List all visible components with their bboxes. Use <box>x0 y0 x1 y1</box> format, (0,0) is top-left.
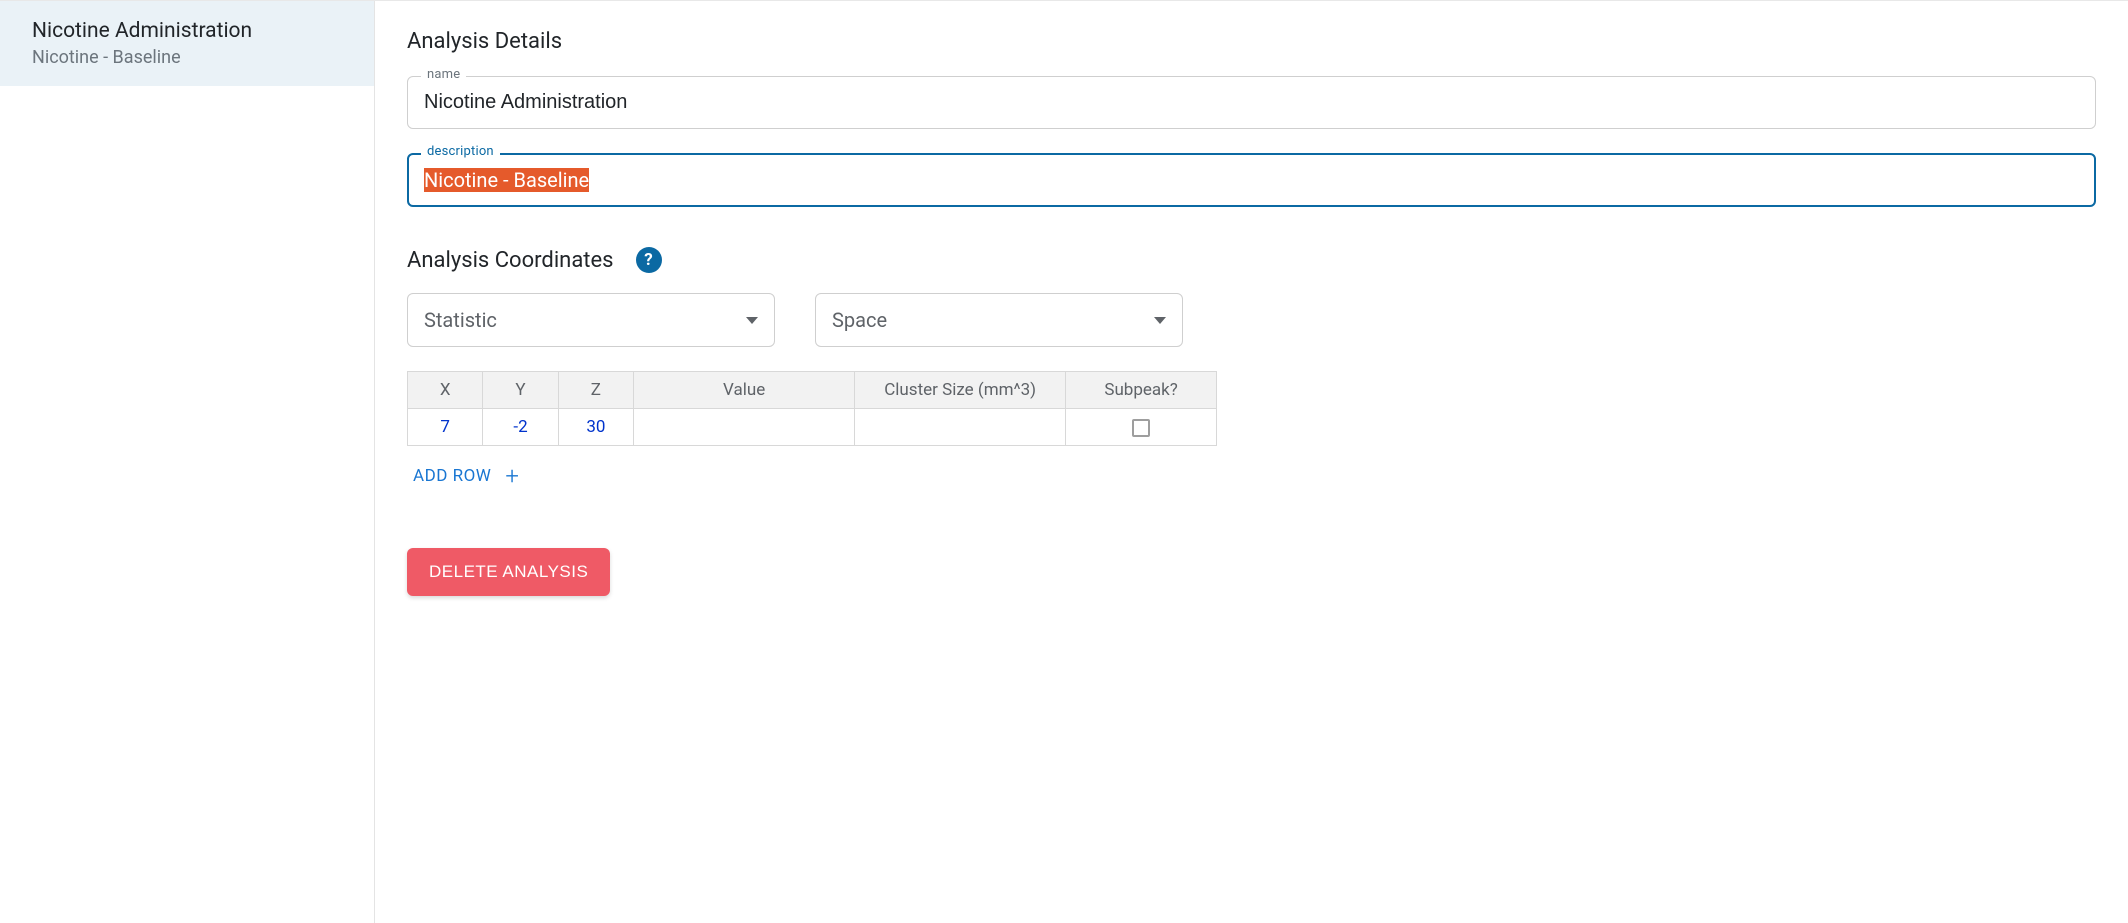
statistic-select-label: Statistic <box>424 308 497 332</box>
table-header-row: X Y Z Value Cluster Size (mm^3) Subpeak? <box>408 372 1217 409</box>
statistic-select[interactable]: Statistic <box>407 293 775 347</box>
analysis-coordinates-heading: Analysis Coordinates <box>407 248 614 273</box>
col-header-subpeak: Subpeak? <box>1066 372 1217 409</box>
main-content: Analysis Details name description Nicoti… <box>375 1 2128 923</box>
app-root: Nicotine Administration Nicotine - Basel… <box>0 0 2128 923</box>
plus-icon: + <box>505 464 519 488</box>
chevron-down-icon <box>1154 317 1166 324</box>
coordinates-table: X Y Z Value Cluster Size (mm^3) Subpeak?… <box>407 371 1217 446</box>
chevron-down-icon <box>746 317 758 324</box>
description-selected-text: Nicotine - Baseline <box>424 168 589 192</box>
cell-z[interactable]: 30 <box>558 409 633 446</box>
table-row[interactable]: 7 -2 30 <box>408 409 1217 446</box>
cell-value[interactable] <box>634 409 855 446</box>
col-header-z: Z <box>558 372 633 409</box>
sidebar-item-subtitle: Nicotine - Baseline <box>32 47 352 68</box>
analysis-sidebar: Nicotine Administration Nicotine - Basel… <box>0 1 375 923</box>
description-field-label: description <box>421 144 500 159</box>
cell-y[interactable]: -2 <box>483 409 558 446</box>
subpeak-checkbox[interactable] <box>1132 419 1150 437</box>
cell-subpeak[interactable] <box>1066 409 1217 446</box>
sidebar-item-analysis[interactable]: Nicotine Administration Nicotine - Basel… <box>0 1 374 86</box>
space-select[interactable]: Space <box>815 293 1183 347</box>
sidebar-item-title: Nicotine Administration <box>32 19 352 43</box>
name-field-wrap: name <box>407 76 2096 129</box>
space-select-label: Space <box>832 308 887 332</box>
col-header-y: Y <box>483 372 558 409</box>
help-icon[interactable]: ? <box>636 247 662 273</box>
col-header-value: Value <box>634 372 855 409</box>
cell-x[interactable]: 7 <box>408 409 483 446</box>
add-row-label: ADD ROW <box>413 466 491 486</box>
name-field-label: name <box>421 67 466 82</box>
col-header-cluster: Cluster Size (mm^3) <box>855 372 1066 409</box>
description-field-wrap: description Nicotine - Baseline <box>407 153 2096 207</box>
add-row-button[interactable]: ADD ROW + <box>407 464 519 488</box>
coordinate-selects-row: Statistic Space <box>407 293 2096 347</box>
cell-cluster[interactable] <box>855 409 1066 446</box>
description-input[interactable]: Nicotine - Baseline <box>407 153 2096 207</box>
coordinates-header: Analysis Coordinates ? <box>407 247 2096 273</box>
col-header-x: X <box>408 372 483 409</box>
analysis-details-heading: Analysis Details <box>407 29 2096 54</box>
delete-analysis-button[interactable]: DELETE ANALYSIS <box>407 548 610 596</box>
name-input[interactable] <box>407 76 2096 129</box>
